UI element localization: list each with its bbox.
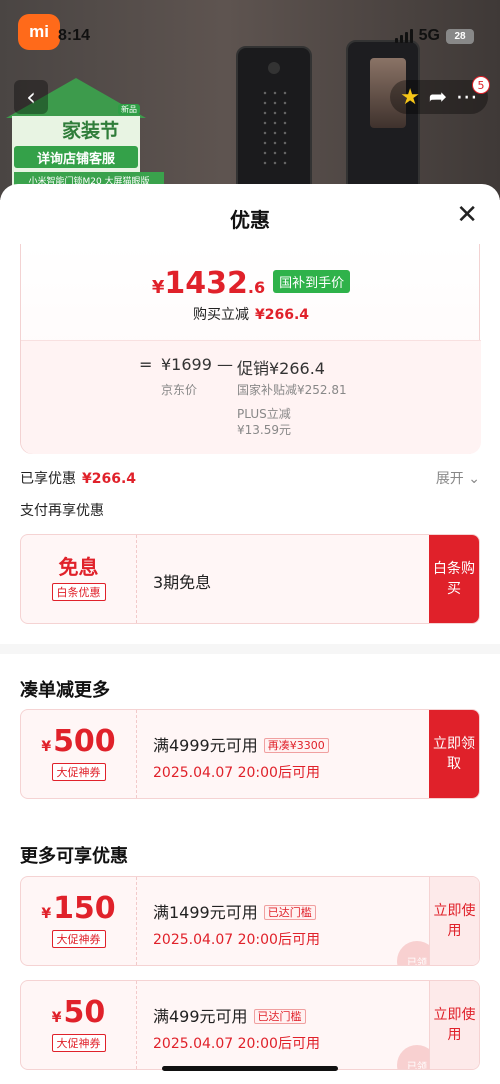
use-coupon-button[interactable]: 立即使用 <box>429 877 479 965</box>
share-icon[interactable]: ➦ <box>429 85 447 110</box>
door-lock-image-screen <box>346 40 420 200</box>
buy-reduce-line: 购买立减 ¥266.4 <box>21 304 481 324</box>
coupon-currency: ¥ <box>41 739 52 755</box>
price-decimal: .6 <box>247 278 266 297</box>
mi-logo: mi <box>18 14 60 50</box>
coupon-amount: 500 <box>53 724 116 759</box>
minus-sign: — <box>217 355 233 374</box>
promo-reduction: 促销¥266.4 <box>237 359 325 378</box>
equals-sign: = <box>139 355 153 374</box>
message-badge: 5 <box>472 76 490 94</box>
enjoyed-discount: 已享优惠 ¥266.4 <box>20 468 136 488</box>
coupon-tag: 大促神券 <box>51 930 106 948</box>
coupon-card[interactable]: ¥50 大促神券 满499元可用 已达门槛 2025.04.07 20:00后可用… <box>20 980 480 1070</box>
coupon-card[interactable]: ¥500 大促神券 满4999元可用 再凑¥3300 2025.04.07 20:… <box>20 709 480 799</box>
price-integer: 1432 <box>164 266 248 301</box>
favorite-icon[interactable]: ★ <box>400 85 420 110</box>
national-subsidy: 国家补贴减¥252.81 <box>237 383 347 397</box>
coupon-currency: ¥ <box>51 1010 62 1026</box>
plus-value: ¥13.59元 <box>237 423 291 437</box>
coupon-card[interactable]: ¥150 大促神券 满1499元可用 已达门槛 2025.04.07 20:00后… <box>20 876 480 966</box>
claim-coupon-button[interactable]: 立即领取 <box>429 710 479 798</box>
festival-label: 家装节 <box>62 120 120 142</box>
network-label: 5G <box>418 27 440 44</box>
installment-desc: 3期免息 <box>153 573 212 592</box>
coupon-date: 2025.04.07 20:00后可用 <box>153 765 320 781</box>
price-summary: ¥ 1432 .6 国补到手价 购买立减 ¥266.4 = ¥1699 — 促销¥… <box>20 244 481 454</box>
expand-label: 展开 <box>435 471 464 487</box>
coupon-mini-tag: 再凑¥3300 <box>263 738 329 753</box>
enjoyed-value: ¥266.4 <box>82 471 137 487</box>
status-bar: 8:14 5G 28 <box>58 27 474 49</box>
installment-tag: 白条优惠 <box>51 583 106 601</box>
price-breakdown: = ¥1699 — 促销¥266.4 京东价 国家补贴减¥252.81 PLUS… <box>21 340 481 454</box>
sheet-title: 优惠 <box>230 208 270 232</box>
baitiao-buy-button[interactable]: 白条购买 <box>429 535 479 623</box>
installment-card[interactable]: 免息 白条优惠 3期免息 白条购买 <box>20 534 480 624</box>
coupon-date: 2025.04.07 20:00后可用 <box>153 1036 320 1052</box>
buy-reduce-label: 购买立减 <box>192 307 249 323</box>
jd-price: ¥1699 <box>161 355 212 374</box>
enjoyed-label: 已享优惠 <box>20 471 76 487</box>
buy-reduce-value: ¥266.4 <box>254 307 310 323</box>
more-section-title: 更多可享优惠 <box>20 846 128 867</box>
coupon-mini-tag: 已达门槛 <box>263 905 316 920</box>
coupon-condition: 满4999元可用 <box>153 736 258 755</box>
coupon-amount: 150 <box>53 891 116 926</box>
coupon-condition: 满499元可用 <box>153 1007 248 1026</box>
chevron-down-icon: ⌄ <box>468 471 480 487</box>
door-lock-image-front <box>236 46 312 200</box>
home-indicator <box>162 1066 338 1071</box>
discount-sheet: 优惠 ✕ ¥ 1432 .6 国补到手价 购买立减 ¥266.4 = ¥1699 … <box>0 184 500 1084</box>
battery-icon: 28 <box>446 28 474 44</box>
use-coupon-button[interactable]: 立即使用 <box>429 981 479 1069</box>
pay-more-label: 支付再享优惠 <box>20 503 104 519</box>
expand-button[interactable]: 展开 ⌄ <box>436 468 480 488</box>
coupon-tag: 大促神券 <box>51 763 106 781</box>
top-action-pill: ★ ➦ ⋯ 5 <box>390 76 490 114</box>
subsidy-price-tag: 国补到手价 <box>273 270 351 293</box>
plus-label: PLUS立减 <box>237 407 291 421</box>
jd-price-label: 京东价 <box>161 383 198 397</box>
price-currency: ¥ <box>151 277 165 298</box>
coupon-date: 2025.04.07 20:00后可用 <box>153 932 320 948</box>
customer-service-banner: 详询店铺客服 <box>14 146 138 168</box>
coupon-currency: ¥ <box>41 906 52 922</box>
coupon-condition: 满1499元可用 <box>153 903 258 922</box>
coupon-amount: 50 <box>63 995 106 1030</box>
back-icon[interactable]: ‹ <box>14 80 48 114</box>
final-price: ¥ 1432 .6 国补到手价 <box>21 266 481 301</box>
close-icon[interactable]: ✕ <box>456 202 478 228</box>
status-time: 8:14 <box>58 27 91 44</box>
section-separator <box>0 644 500 654</box>
installment-title: 免息 <box>58 555 99 579</box>
coupon-mini-tag: 已达门槛 <box>253 1009 306 1024</box>
bundle-section-title: 凑单减更多 <box>20 680 110 701</box>
festival-tag: 新品 <box>118 104 140 115</box>
signal-icon <box>394 29 413 43</box>
coupon-tag: 大促神券 <box>51 1034 106 1052</box>
